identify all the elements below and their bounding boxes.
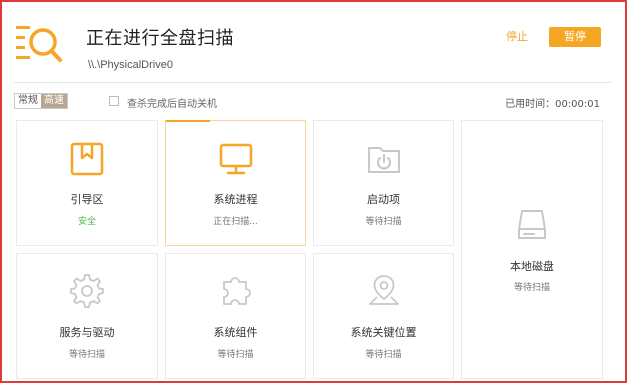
scan-options-bar: 常规 高速 查杀完成后自动关机 已用时间：00:00:01 <box>2 90 625 114</box>
gear-icon <box>70 274 104 308</box>
header: 正在进行全盘扫描 \\.\PhysicalDrive0 停止 暂停 <box>2 2 625 82</box>
auto-shutdown-checkbox[interactable] <box>109 96 119 106</box>
elapsed-time: 已用时间：00:00:01 <box>505 95 600 110</box>
hard-drive-icon <box>518 210 546 239</box>
scan-item-status: 正在扫描... <box>213 217 258 227</box>
drive-path: \\.\PhysicalDrive0 <box>88 59 173 71</box>
scan-item-status: 等待扫描 <box>513 283 550 293</box>
scan-item-keylocations: 系统关键位置 等待扫描 <box>313 253 454 379</box>
scan-window: 正在进行全盘扫描 \\.\PhysicalDrive0 停止 暂停 常规 高速 … <box>0 0 627 383</box>
pause-button[interactable]: 暂停 <box>549 27 601 47</box>
scan-item-status: 安全 <box>77 217 96 227</box>
active-indicator <box>166 120 210 122</box>
scan-item-name: 本地磁盘 <box>510 260 554 273</box>
scan-item-process: 系统进程 正在扫描... <box>165 120 306 246</box>
scan-item-name: 引导区 <box>70 193 104 206</box>
scan-item-status: 等待扫描 <box>365 350 402 360</box>
header-divider <box>14 82 611 83</box>
scan-item-components: 系统组件 等待扫描 <box>165 253 306 379</box>
mode-fast-option[interactable]: 高速 <box>41 94 67 108</box>
scan-item-services: 服务与驱动 等待扫描 <box>16 253 158 379</box>
elapsed-time-value: 00:00:01 <box>555 99 600 110</box>
scan-item-name: 服务与驱动 <box>59 326 115 339</box>
scan-item-status: 等待扫描 <box>365 217 402 227</box>
scan-item-boot: 引导区 安全 <box>16 120 158 246</box>
puzzle-icon <box>222 277 251 305</box>
scan-item-status: 等待扫描 <box>217 350 254 360</box>
location-pin-icon <box>368 275 399 305</box>
scan-magnifier-logo-icon <box>16 26 62 62</box>
scan-item-status: 等待扫描 <box>68 350 105 360</box>
elapsed-time-label: 已用时间： <box>505 99 556 110</box>
scan-item-name: 启动项 <box>367 193 400 206</box>
page-title: 正在进行全盘扫描 <box>86 28 234 49</box>
scan-item-disk: 本地磁盘 等待扫描 <box>461 120 603 379</box>
monitor-icon <box>219 143 252 175</box>
stop-button[interactable]: 停止 <box>500 27 534 47</box>
power-folder-icon <box>367 147 400 173</box>
scan-item-name: 系统进程 <box>213 193 258 206</box>
mode-normal-option[interactable]: 常规 <box>15 94 41 108</box>
scan-item-name: 系统关键位置 <box>350 326 417 339</box>
scan-item-name: 系统组件 <box>213 326 258 339</box>
bookmark-box-icon <box>70 142 104 176</box>
scan-item-startup: 启动项 等待扫描 <box>313 120 454 246</box>
speed-mode-toggle: 常规 高速 <box>14 93 68 109</box>
auto-shutdown-label[interactable]: 查杀完成后自动关机 <box>127 95 217 110</box>
